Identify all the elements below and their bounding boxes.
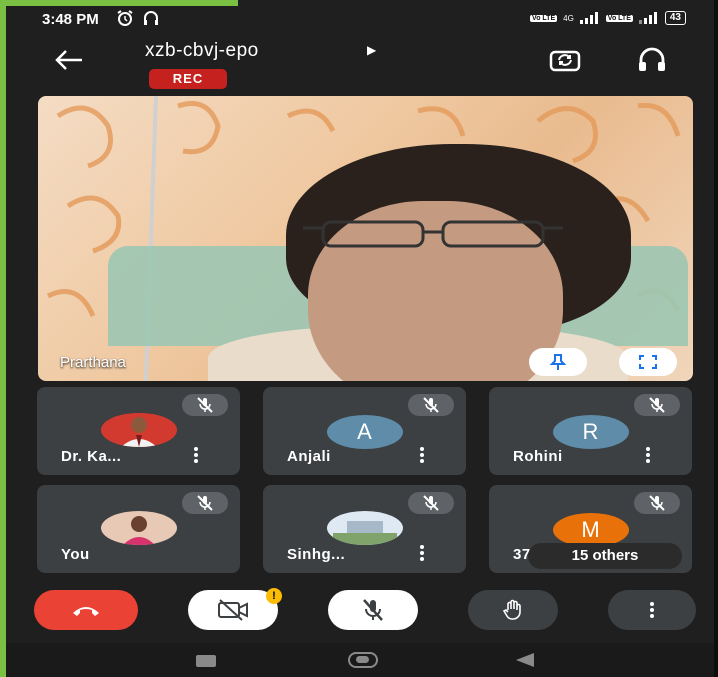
pin-button[interactable] xyxy=(529,348,587,376)
raise-hand-button[interactable] xyxy=(468,590,558,630)
frame-border-left xyxy=(0,0,6,677)
avatar xyxy=(326,511,403,545)
status-time: 3:48 PM xyxy=(42,11,99,28)
more-options-icon[interactable] xyxy=(643,445,653,465)
more-vert-icon xyxy=(650,600,654,620)
avatar: R xyxy=(552,415,629,449)
mic-off-icon xyxy=(423,397,439,413)
participant-tile[interactable]: Sinhg... xyxy=(263,485,466,573)
hand-icon xyxy=(502,599,521,620)
volte-badge-1: Vo LTE xyxy=(530,14,558,22)
signal-icon-1 xyxy=(579,12,600,24)
battery-icon: 43 xyxy=(664,11,686,25)
main-speaker-name: Prarthana xyxy=(60,354,126,371)
glasses xyxy=(303,220,563,248)
more-options-icon[interactable] xyxy=(417,445,427,465)
participant-name: You xyxy=(61,546,90,563)
fullscreen-icon xyxy=(639,355,657,369)
pin-icon xyxy=(549,354,567,370)
main-video-feed[interactable]: Prarthana xyxy=(38,96,693,381)
network-type: 4G xyxy=(563,13,574,23)
phone-hangup-icon xyxy=(73,607,99,616)
mic-off-indicator xyxy=(182,394,228,416)
avatar: M xyxy=(552,513,629,547)
recording-badge: REC xyxy=(149,69,227,89)
recents-button[interactable] xyxy=(196,655,216,667)
more-options-icon[interactable] xyxy=(191,445,201,465)
video-off-icon xyxy=(218,599,248,621)
participant-tile[interactable]: You xyxy=(37,485,240,573)
mic-toggle-button[interactable] xyxy=(328,590,418,630)
mic-off-indicator xyxy=(408,492,454,514)
more-options-button[interactable] xyxy=(608,590,696,630)
participant-name: Dr. Ka... xyxy=(61,448,122,465)
end-call-button[interactable] xyxy=(34,590,138,630)
participant-name: Anjali xyxy=(287,448,331,465)
camera-toggle-button[interactable]: ! xyxy=(188,588,282,630)
status-right-icons: Vo LTE 4G Vo LTE 43 xyxy=(530,11,686,25)
mic-off-icon xyxy=(197,397,213,413)
status-notification-icons xyxy=(116,9,160,27)
participant-tile[interactable]: A Anjali xyxy=(263,387,466,475)
headset-status-icon xyxy=(144,11,158,25)
avatar: A xyxy=(326,415,403,449)
signal-icon-2 xyxy=(638,12,659,24)
participant-name: Sinhg... xyxy=(287,546,346,563)
participant-tile[interactable]: Dr. Ka... xyxy=(37,387,240,475)
avatar xyxy=(100,511,177,545)
back-button[interactable] xyxy=(52,46,88,74)
system-navigation-bar xyxy=(6,643,714,677)
back-nav-button[interactable] xyxy=(516,653,534,667)
headphones-icon xyxy=(639,47,665,71)
mic-off-icon xyxy=(649,495,665,511)
mic-off-indicator xyxy=(634,492,680,514)
frame-border-right xyxy=(714,0,718,677)
switch-camera-icon xyxy=(549,50,581,72)
home-button[interactable] xyxy=(348,652,378,668)
status-bar: 3:48 PM Vo LTE 4G Vo LTE 43 xyxy=(6,6,714,32)
fullscreen-button[interactable] xyxy=(619,348,677,376)
switch-camera-button[interactable] xyxy=(548,46,581,74)
alarm-icon xyxy=(117,10,133,26)
participant-name: Rohini xyxy=(513,448,563,465)
mic-off-indicator xyxy=(182,492,228,514)
mic-off-icon xyxy=(197,495,213,511)
audio-output-button[interactable] xyxy=(636,46,668,74)
mic-off-indicator xyxy=(634,394,680,416)
meeting-title[interactable]: xzb-cbvj-epo xyxy=(145,40,259,62)
participant-tile[interactable]: R Rohini xyxy=(489,387,692,475)
mic-off-indicator xyxy=(408,394,454,416)
alert-badge-icon: ! xyxy=(266,588,282,604)
arrow-back-icon xyxy=(55,50,82,70)
more-options-icon[interactable] xyxy=(417,543,427,563)
mic-off-icon xyxy=(363,599,383,621)
volte-badge-2: Vo LTE xyxy=(605,14,633,22)
play-arrow-icon[interactable]: ▶ xyxy=(367,43,376,57)
mic-off-icon xyxy=(423,495,439,511)
avatar xyxy=(100,413,177,447)
mic-off-icon xyxy=(649,397,665,413)
others-count-pill[interactable]: 15 others xyxy=(528,543,682,569)
